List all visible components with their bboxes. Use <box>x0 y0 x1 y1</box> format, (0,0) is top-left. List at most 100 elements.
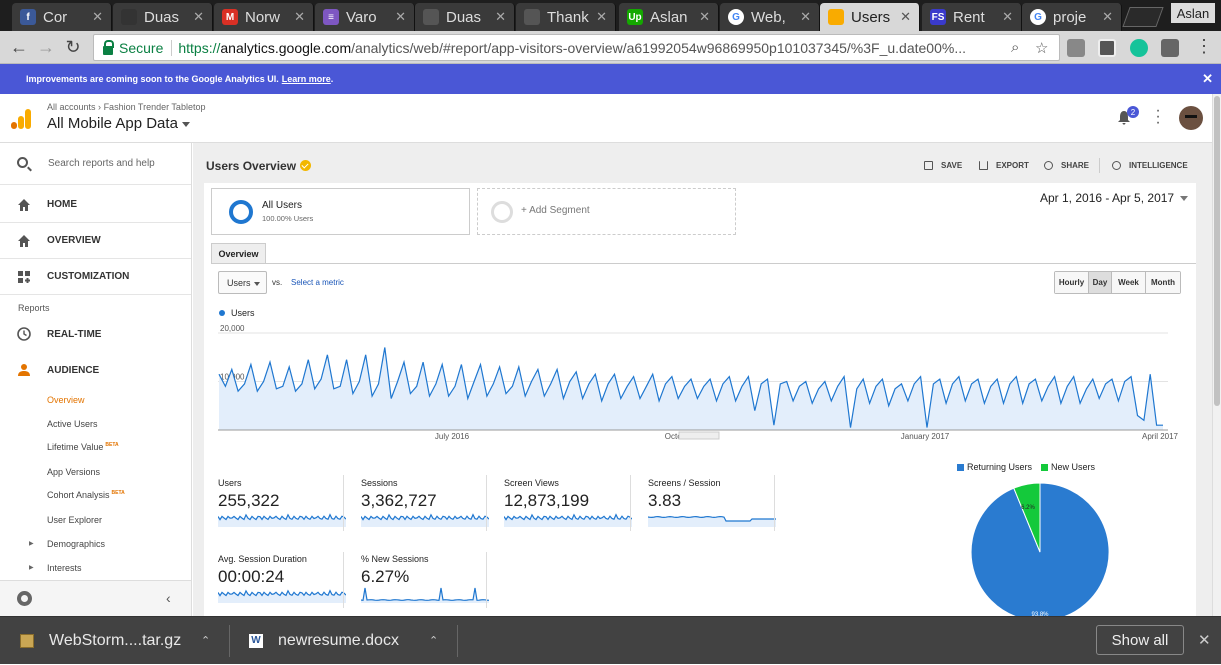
share-button[interactable]: SHARE <box>1044 161 1089 170</box>
export-button[interactable]: EXPORT <box>979 161 1029 170</box>
sidebar-sub-interests[interactable]: Interests <box>47 563 82 573</box>
metric-card[interactable]: Users 255,322 <box>217 478 348 532</box>
tab-overview[interactable]: Overview <box>211 243 266 264</box>
sidebar-sub-overview[interactable]: Overview <box>47 395 85 405</box>
browser-tab[interactable]: f Cor ✕ <box>12 3 112 31</box>
browser-tab[interactable]: Up Aslan ✕ <box>619 3 719 31</box>
browser-tab[interactable]: Duas ✕ <box>113 3 213 31</box>
sidebar-item-customization[interactable]: CUSTOMIZATION <box>0 259 191 295</box>
save-button[interactable]: SAVE <box>924 161 962 170</box>
grammarly-icon[interactable] <box>1130 39 1148 57</box>
browser-tab[interactable]: Thank ✕ <box>516 3 616 31</box>
sidebar-sub-demographics[interactable]: Demographics <box>47 539 105 549</box>
url-text[interactable]: https://analytics.google.com/analytics/w… <box>178 40 1008 56</box>
sidebar-item-overview[interactable]: OVERVIEW <box>0 223 191 259</box>
browser-tab[interactable]: G Web, ✕ <box>720 3 820 31</box>
reload-icon[interactable]: ↻ <box>62 37 84 58</box>
browser-menu-icon[interactable]: ⋮ <box>1193 36 1215 57</box>
download-item[interactable]: W newresume.docx <box>249 617 399 665</box>
sidebar-sub-active-users[interactable]: Active Users <box>47 419 98 429</box>
breadcrumb-separator: › <box>98 102 102 112</box>
back-icon[interactable]: ← <box>8 37 30 58</box>
gear-icon[interactable] <box>17 591 32 606</box>
download-bar: WebStorm....tar.gz ⌃ W newresume.docx ⌃ … <box>0 616 1221 664</box>
page-scrollbar[interactable] <box>1212 94 1221 616</box>
bookmark-star-icon[interactable]: ☆ <box>1035 39 1048 57</box>
granularity-week[interactable]: Week <box>1112 272 1146 293</box>
sidebar-search[interactable]: Search reports and help <box>0 143 191 185</box>
tab-close-icon[interactable]: ✕ <box>699 9 710 25</box>
breadcrumb-accounts[interactable]: All accounts <box>47 102 96 112</box>
sidebar-sub-cohort-analysis[interactable]: Cohort Analysis BETA <box>47 490 125 500</box>
users-line-chart[interactable]: 10,00020,000July 2016October 2016January… <box>218 319 1182 441</box>
tab-close-icon[interactable]: ✕ <box>596 9 607 25</box>
browser-tab[interactable]: FS Rent ✕ <box>922 3 1022 31</box>
sidebar-sub-lifetime-value[interactable]: Lifetime Value BETA <box>47 442 119 452</box>
users-pie-chart[interactable]: 93.8%6.2% <box>965 480 1115 616</box>
banner-close-icon[interactable]: ✕ <box>1202 71 1213 87</box>
expand-triangle-icon[interactable]: ▶ <box>29 540 34 547</box>
extension-book-icon[interactable] <box>1161 39 1179 57</box>
chevron-up-icon[interactable]: ⌃ <box>201 634 210 647</box>
profile-name[interactable]: Aslan <box>1171 3 1215 23</box>
extension-page-icon[interactable] <box>1098 39 1116 57</box>
close-icon[interactable]: ✕ <box>1198 631 1211 649</box>
address-bar[interactable]: Secure https://analytics.google.com/anal… <box>93 34 1060 61</box>
tab-close-icon[interactable]: ✕ <box>294 9 305 25</box>
add-segment-button[interactable]: + Add Segment <box>477 188 736 235</box>
granularity-hourly[interactable]: Hourly <box>1055 272 1089 293</box>
learn-more-link[interactable]: Learn more <box>282 74 331 84</box>
browser-tab[interactable]: Gproje ✕ <box>1022 3 1122 31</box>
forward-icon[interactable]: → <box>35 37 57 58</box>
metric-card[interactable]: Screens / Session 3.83 <box>647 478 778 532</box>
browser-tab[interactable]: ≡ Varo ✕ <box>315 3 415 31</box>
tab-close-icon[interactable]: ✕ <box>193 9 204 25</box>
collapse-sidebar-icon[interactable]: ‹ <box>166 590 171 606</box>
browser-tab[interactable]: Users ✕ <box>820 3 920 31</box>
more-vert-icon[interactable]: · · · <box>1153 103 1163 131</box>
granularity-day[interactable]: Day <box>1089 272 1112 293</box>
browser-tab[interactable]: Duas ✕ <box>415 3 515 31</box>
granularity-month[interactable]: Month <box>1146 272 1180 293</box>
scrollbar-thumb[interactable] <box>1214 96 1220 406</box>
metric-card[interactable]: % New Sessions 6.27% <box>360 554 491 608</box>
tab-close-icon[interactable]: ✕ <box>92 9 103 25</box>
sidebar-item-home[interactable]: HOME <box>0 187 191 223</box>
show-all-downloads-button[interactable]: Show all <box>1096 625 1184 655</box>
tab-close-icon[interactable]: ✕ <box>1002 9 1013 25</box>
extension-chart-icon[interactable] <box>1067 39 1085 57</box>
sparkline <box>217 589 347 603</box>
sidebar-sub-user-explorer[interactable]: User Explorer <box>47 515 102 525</box>
tab-close-icon[interactable]: ✕ <box>800 9 811 25</box>
select-metric-link[interactable]: Select a metric <box>291 278 344 287</box>
download-item[interactable]: WebStorm....tar.gz <box>20 617 181 665</box>
tab-title: proje <box>1053 8 1087 26</box>
metric-card[interactable]: Screen Views 12,873,199 <box>503 478 634 532</box>
sidebar-sub-app-versions[interactable]: App Versions <box>47 467 100 477</box>
metric-divider <box>774 475 775 531</box>
chevron-up-icon[interactable]: ⌃ <box>429 634 438 647</box>
tab-close-icon[interactable]: ✕ <box>395 9 406 25</box>
property-selector[interactable]: All Mobile App Data <box>47 115 190 132</box>
export-icon <box>979 161 988 170</box>
avatar[interactable] <box>1179 106 1203 130</box>
segment-all-users[interactable]: All Users 100.00% Users <box>211 188 470 235</box>
search-input[interactable]: Search reports and help <box>48 158 155 169</box>
zoom-icon[interactable]: ⌕ <box>1011 39 1019 56</box>
expand-triangle-icon[interactable]: ▶ <box>29 564 34 571</box>
intelligence-button[interactable]: INTELLIGENCE <box>1112 161 1188 170</box>
browser-tab[interactable]: M Norw ✕ <box>214 3 314 31</box>
sidebar-item-audience[interactable]: AUDIENCE <box>0 352 191 388</box>
tab-close-icon[interactable]: ✕ <box>900 9 911 25</box>
breadcrumb[interactable]: All accounts › Fashion Trender Tabletop <box>47 102 205 112</box>
analytics-logo-icon[interactable] <box>11 109 31 129</box>
metric-dropdown[interactable]: Users <box>218 271 267 294</box>
metric-card[interactable]: Sessions 3,362,727 <box>360 478 491 532</box>
date-range-picker[interactable]: Apr 1, 2016 - Apr 5, 2017 <box>1040 191 1189 205</box>
tab-close-icon[interactable]: ✕ <box>495 9 506 25</box>
new-tab-button[interactable] <box>1122 7 1164 27</box>
sidebar-item-realtime[interactable]: REAL-TIME <box>0 316 191 352</box>
breadcrumb-account[interactable]: Fashion Trender Tabletop <box>104 102 206 112</box>
tab-close-icon[interactable]: ✕ <box>1102 9 1113 25</box>
metric-card[interactable]: Avg. Session Duration 00:00:24 <box>217 554 348 608</box>
